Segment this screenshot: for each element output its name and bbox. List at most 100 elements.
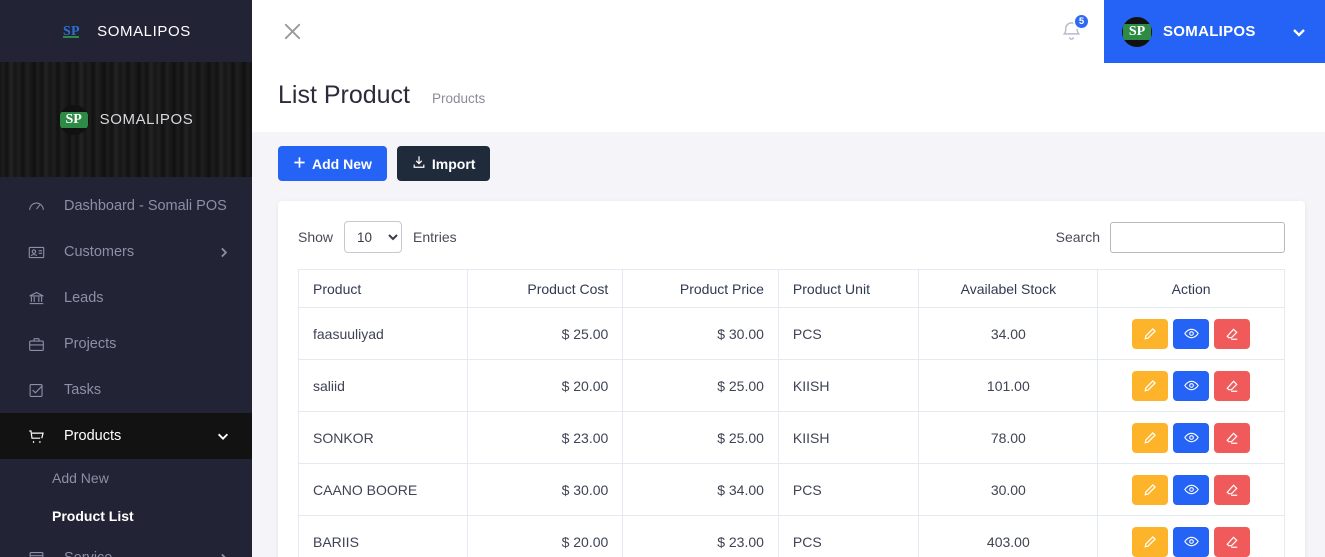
cell-product-price: $ 25.00 bbox=[622, 411, 779, 464]
sidebar-item-tasks[interactable]: Tasks bbox=[0, 367, 252, 413]
view-button[interactable] bbox=[1173, 318, 1210, 349]
edit-button[interactable] bbox=[1132, 474, 1169, 505]
entries-select[interactable]: 10 bbox=[344, 221, 403, 253]
contact-card-icon bbox=[28, 244, 50, 261]
eye-icon bbox=[1183, 536, 1199, 547]
top-header: 5 SP SOMALIPOS bbox=[252, 0, 1325, 63]
sidebar-topbar: S P SOMALIPOS bbox=[0, 0, 252, 62]
delete-button[interactable] bbox=[1214, 526, 1251, 557]
avatar: SP bbox=[1122, 16, 1152, 47]
notifications-button[interactable]: 5 bbox=[1048, 9, 1094, 55]
chevron-right-icon bbox=[217, 552, 230, 557]
search-input[interactable] bbox=[1110, 221, 1285, 253]
user-menu-name: SOMALIPOS bbox=[1163, 23, 1256, 40]
download-icon bbox=[412, 155, 426, 172]
show-label: Show bbox=[298, 229, 334, 245]
cell-action bbox=[1097, 359, 1285, 412]
view-button[interactable] bbox=[1173, 474, 1210, 505]
delete-button[interactable] bbox=[1214, 422, 1251, 453]
sidebar-item-leads[interactable]: Leads bbox=[0, 275, 252, 321]
close-icon[interactable] bbox=[274, 14, 310, 50]
chevron-down-icon bbox=[216, 429, 230, 443]
eraser-icon bbox=[1226, 483, 1238, 496]
eye-icon bbox=[1183, 380, 1199, 391]
sidebar-logo-block: SP SOMALIPOS bbox=[0, 62, 252, 177]
sidebar-nav: Dashboard - Somali POS Customers Leads P… bbox=[0, 177, 252, 557]
column-header-available-stock: Availabel Stock bbox=[918, 269, 1099, 308]
column-header-product: Product bbox=[298, 269, 468, 308]
search-group: Search bbox=[1055, 221, 1285, 253]
eye-icon bbox=[1183, 484, 1199, 495]
delete-button[interactable] bbox=[1214, 474, 1251, 505]
pencil-icon bbox=[1144, 535, 1157, 548]
briefcase-icon bbox=[28, 336, 50, 353]
cell-available-stock: 403.00 bbox=[918, 515, 1099, 557]
edit-button[interactable] bbox=[1132, 526, 1169, 557]
sidebar-item-projects[interactable]: Projects bbox=[0, 321, 252, 367]
sidebar-item-label: Service bbox=[64, 550, 217, 557]
action-buttons bbox=[1112, 474, 1270, 505]
delete-button[interactable] bbox=[1214, 318, 1251, 349]
sidebar-subitem-add-new[interactable]: Add New bbox=[0, 459, 252, 497]
sidebar-item-products[interactable]: Products bbox=[0, 413, 252, 459]
content-area: Add New Import Show 10 Entries Search Pr… bbox=[252, 132, 1325, 557]
brand-logo-icon: S P bbox=[61, 20, 87, 42]
view-button[interactable] bbox=[1173, 526, 1210, 557]
sidebar-item-dashboard[interactable]: Dashboard - Somali POS bbox=[0, 183, 252, 229]
column-header-action: Action bbox=[1097, 269, 1285, 308]
notification-badge: 5 bbox=[1073, 12, 1090, 30]
table-row: BARIIS $ 20.00 $ 23.00 PCS 403.00 bbox=[298, 515, 1285, 557]
pencil-icon bbox=[1144, 327, 1157, 340]
sidebar-item-service[interactable]: Service bbox=[0, 535, 252, 557]
table-header-row: Product Product Cost Product Price Produ… bbox=[298, 269, 1285, 308]
speedometer-icon bbox=[28, 198, 50, 215]
cell-product: saliid bbox=[298, 359, 468, 412]
sidebar-subitem-label: Add New bbox=[52, 470, 109, 486]
cell-product-price: $ 23.00 bbox=[622, 515, 779, 557]
sidebar-item-label: Tasks bbox=[64, 382, 102, 398]
cell-action bbox=[1097, 463, 1285, 516]
chevron-down-icon bbox=[1291, 24, 1307, 40]
eraser-icon bbox=[1226, 431, 1238, 444]
sidebar-item-label: Dashboard - Somali POS bbox=[64, 198, 227, 214]
show-entries-group: Show 10 Entries bbox=[298, 221, 457, 253]
sidebar-avatar-initials: SP bbox=[65, 111, 82, 127]
add-new-button[interactable]: Add New bbox=[278, 146, 387, 181]
cell-product-price: $ 34.00 bbox=[622, 463, 779, 516]
breadcrumb: Products bbox=[432, 91, 486, 106]
bank-icon bbox=[28, 290, 50, 307]
edit-button[interactable] bbox=[1132, 318, 1169, 349]
cell-product: CAANO BOORE bbox=[298, 463, 468, 516]
cell-product-cost: $ 23.00 bbox=[466, 411, 624, 464]
app-root: S P SOMALIPOS SP SOMALIPOS Dashboard - S… bbox=[0, 0, 1325, 557]
action-buttons bbox=[1112, 370, 1270, 401]
checkbox-checked-icon bbox=[28, 382, 50, 399]
sidebar-subitem-product-list[interactable]: Product List bbox=[0, 497, 252, 535]
sidebar-item-customers[interactable]: Customers bbox=[0, 229, 252, 275]
page-header: List Product Products bbox=[252, 63, 1325, 132]
cell-available-stock: 78.00 bbox=[918, 411, 1099, 464]
edit-button[interactable] bbox=[1132, 370, 1169, 401]
table-row: CAANO BOORE $ 30.00 $ 34.00 PCS 30.00 bbox=[298, 463, 1285, 516]
sidebar-item-label: Projects bbox=[64, 336, 117, 352]
view-button[interactable] bbox=[1173, 422, 1210, 453]
user-menu[interactable]: SP SOMALIPOS bbox=[1104, 0, 1325, 63]
sidebar-item-label: Products bbox=[64, 428, 122, 444]
eye-icon bbox=[1183, 432, 1199, 443]
cell-product: faasuuliyad bbox=[298, 307, 468, 360]
toolbar: Add New Import bbox=[278, 146, 1305, 181]
import-button[interactable]: Import bbox=[396, 146, 491, 181]
view-button[interactable] bbox=[1173, 370, 1210, 401]
entries-label: Entries bbox=[413, 229, 457, 245]
column-header-product-price: Product Price bbox=[622, 269, 779, 308]
edit-button[interactable] bbox=[1132, 422, 1169, 453]
action-buttons bbox=[1112, 422, 1270, 453]
page-title: List Product bbox=[278, 81, 411, 109]
sidebar-brand-text: SOMALIPOS bbox=[97, 22, 191, 40]
delete-button[interactable] bbox=[1214, 370, 1251, 401]
cell-product-unit: PCS bbox=[777, 463, 920, 516]
table-row: saliid $ 20.00 $ 25.00 KIISH 101.00 bbox=[298, 359, 1285, 412]
sidebar-subitem-label: Product List bbox=[52, 508, 134, 524]
search-label: Search bbox=[1055, 229, 1100, 245]
cell-product-cost: $ 30.00 bbox=[466, 463, 624, 516]
